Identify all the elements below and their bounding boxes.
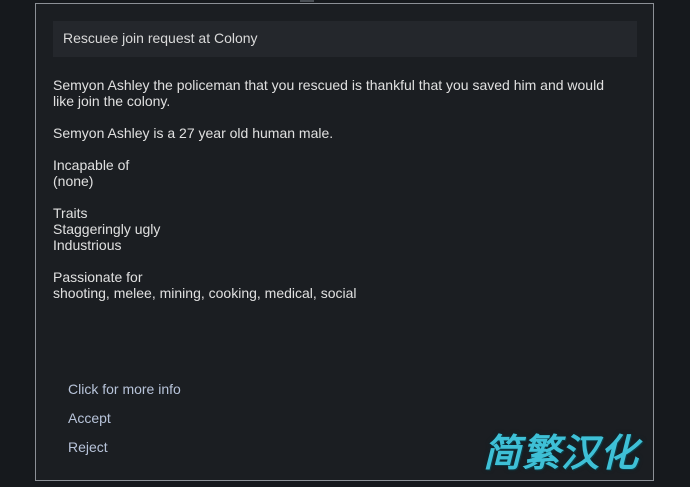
dialog-options: Click for more info Accept Reject xyxy=(68,380,368,467)
more-info-option[interactable]: Click for more info xyxy=(68,380,368,398)
rescuee-join-dialog: Rescuee join request at Colony Semyon As… xyxy=(35,3,654,481)
top-edge-marker xyxy=(300,0,314,2)
dialog-title: Rescuee join request at Colony xyxy=(53,21,637,57)
accept-option[interactable]: Accept xyxy=(68,409,368,427)
translation-watermark: 简繁汉化 xyxy=(483,431,640,475)
traits-section: Traits Staggeringly ugly Industrious xyxy=(53,205,161,253)
colonist-summary: Semyon Ashley is a 27 year old human mal… xyxy=(53,125,334,141)
dialog-body: Semyon Ashley the policeman that you res… xyxy=(53,77,628,317)
game-screen: Rescuee join request at Colony Semyon As… xyxy=(0,0,690,487)
passions-section: Passionate for shooting, melee, mining, … xyxy=(53,269,357,301)
reject-option[interactable]: Reject xyxy=(68,438,368,456)
rescue-description: Semyon Ashley the policeman that you res… xyxy=(53,77,604,109)
incapable-section: Incapable of (none) xyxy=(53,157,130,189)
